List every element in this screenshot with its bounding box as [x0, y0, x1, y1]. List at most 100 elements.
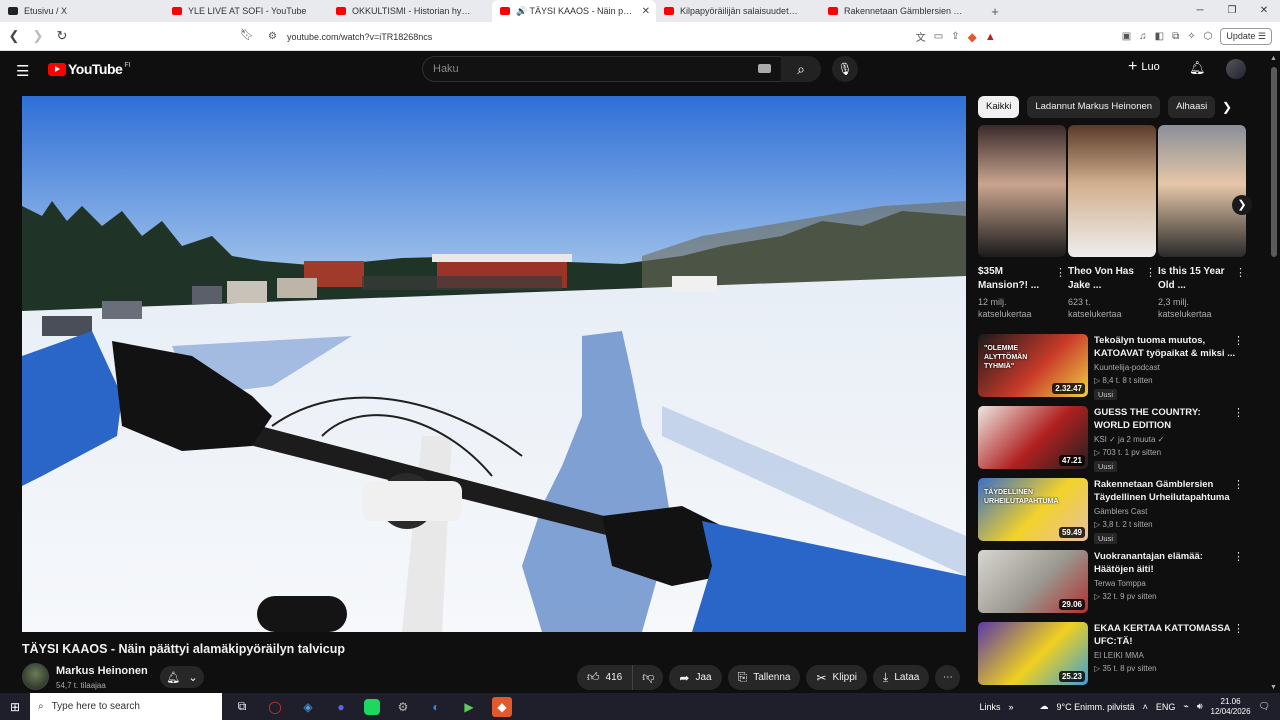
- recommendation-more-icon[interactable]: ⋮: [1233, 478, 1244, 491]
- browser-tab[interactable]: Etusivu / X: [0, 0, 164, 22]
- network-icon[interactable]: ⌁: [1183, 701, 1188, 712]
- volume-icon[interactable]: 🔊︎: [1197, 701, 1203, 712]
- recommendation-title[interactable]: Vuokranantajan elämää: Häätöjen äiti!: [1094, 550, 1236, 576]
- browser-tab[interactable]: YLE LIVE AT SOFI - YouTube: [164, 0, 328, 22]
- filter-chip[interactable]: Kaikki: [978, 96, 1020, 118]
- links-label[interactable]: Links: [979, 702, 1000, 712]
- short-more-icon[interactable]: ⋮: [1235, 266, 1246, 279]
- maximize-icon[interactable]: ❐: [1216, 0, 1248, 22]
- short-thumbnail[interactable]: [978, 125, 1066, 257]
- new-tab-button[interactable]: +: [984, 4, 1006, 19]
- short-title[interactable]: Is this 15 Year Old ...: [1158, 265, 1228, 293]
- clip-button[interactable]: ✂ Klippi: [806, 665, 868, 690]
- more-actions-button[interactable]: ⋯: [935, 665, 961, 690]
- clock[interactable]: 21.06 12/04/2026: [1211, 697, 1251, 717]
- forward-icon[interactable]: ❯: [28, 28, 48, 44]
- share-button[interactable]: ➦ Jaa: [669, 665, 722, 690]
- short-card[interactable]: Is this 15 Year Old ... 2,3 milj. katselu…: [1158, 125, 1246, 320]
- tab-close-icon[interactable]: ✕: [642, 6, 650, 17]
- video-thumbnail[interactable]: "OLEMME ALYTTÖMÄN TYHMIÄ" 2.32.47: [978, 334, 1088, 397]
- translate-icon[interactable]: 文: [916, 29, 926, 44]
- windows-start-icon[interactable]: ⊞: [0, 700, 30, 714]
- discord-icon[interactable]: ●: [331, 697, 351, 717]
- recommendation-item[interactable]: 25.23 EKAA KERTAA KATTOMASSA UFC:TÄ! El LE…: [978, 622, 1248, 688]
- brave-taskbar-icon[interactable]: ◆: [492, 696, 512, 717]
- scroll-down-icon[interactable]: ▼: [1270, 684, 1277, 691]
- channel-avatar[interactable]: [22, 663, 49, 690]
- wallet-icon[interactable]: ▣: [1122, 31, 1131, 42]
- sidebar-icon[interactable]: ◧: [1155, 31, 1164, 42]
- short-thumbnail[interactable]: [1158, 125, 1246, 257]
- scrollbar-thumb[interactable]: [1271, 67, 1277, 257]
- recommendation-title[interactable]: Rakennetaan Gämblersien Täydellinen Urhe…: [1094, 478, 1236, 504]
- back-icon[interactable]: ❮: [4, 28, 24, 44]
- recommendation-title[interactable]: Tekoälyn tuoma muutos, KATOAVAT työpaika…: [1094, 334, 1236, 360]
- browser-tab[interactable]: OKKULTISMI - Historian hyljätty totuus: [328, 0, 492, 22]
- short-more-icon[interactable]: ⋮: [1055, 266, 1066, 279]
- browser-tab[interactable]: Rakennetaan Gämblersien Täydellinen: [820, 0, 984, 22]
- save-button[interactable]: ⎘ Tallenna: [727, 665, 801, 690]
- page-scrollbar[interactable]: ▲ ▼: [1268, 51, 1280, 693]
- task-view-icon[interactable]: ⧉: [232, 697, 252, 717]
- recommendation-more-icon[interactable]: ⋮: [1233, 406, 1244, 419]
- opera-icon[interactable]: ◯: [265, 697, 285, 717]
- settings-icon[interactable]: ⚙: [393, 697, 413, 717]
- cast-icon[interactable]: ▭: [934, 31, 943, 42]
- like-button[interactable]: 👍︎ 416: [577, 665, 634, 690]
- filter-chip[interactable]: Ladannut Markus Heinonen: [1027, 96, 1161, 118]
- youtube-logo[interactable]: YouTube FI: [48, 61, 131, 77]
- recommendation-more-icon[interactable]: ⋮: [1233, 622, 1244, 635]
- recommendation-title[interactable]: GUESS THE COUNTRY: WORLD EDITION: [1094, 406, 1236, 432]
- recommendation-item[interactable]: TÄYDELLINEN URHEILUTAPAHTUMA 59.49 Rakenne…: [978, 478, 1248, 544]
- voice-search-button[interactable]: 🎙︎: [832, 56, 858, 82]
- short-more-icon[interactable]: ⋮: [1145, 266, 1156, 279]
- weather-icon[interactable]: ☁: [1040, 701, 1049, 712]
- recommendation-channel[interactable]: Gämblers Cast: [1094, 507, 1147, 516]
- browser-tab[interactable]: 🔊 TÄYSI KAAOS - Näin päättyi alamäki ✕: [492, 0, 656, 22]
- search-button[interactable]: ⌕: [781, 56, 821, 82]
- reload-icon[interactable]: ↻: [52, 28, 72, 44]
- url-field[interactable]: ⚙ youtube.com/watch?v=iTR18268ncs: [262, 26, 982, 47]
- account-avatar[interactable]: [1226, 59, 1246, 79]
- recommendation-more-icon[interactable]: ⋮: [1233, 334, 1244, 347]
- spotify-icon[interactable]: [364, 698, 380, 715]
- dislike-button[interactable]: 👎︎: [633, 665, 664, 690]
- filter-chip[interactable]: Alhaasi: [1168, 96, 1216, 118]
- download-button[interactable]: ⤓ Lataa: [873, 665, 930, 690]
- extensions-icon[interactable]: ⧉: [1172, 31, 1179, 42]
- language-indicator[interactable]: ENG: [1156, 702, 1176, 712]
- media-icon[interactable]: ♫: [1139, 31, 1147, 42]
- short-thumbnail[interactable]: [1068, 125, 1156, 257]
- recommendation-title[interactable]: EKAA KERTAA KATTOMASSA UFC:TÄ!: [1094, 622, 1236, 648]
- brave-shield-icon[interactable]: ◆: [968, 30, 977, 44]
- tray-up-icon[interactable]: ˄: [1143, 702, 1148, 712]
- notifications-icon[interactable]: 🔔︎: [1189, 60, 1206, 76]
- taskbar-search-input[interactable]: ⌕ Type here to search: [30, 693, 222, 720]
- short-title[interactable]: $35M Mansion?! ...: [978, 265, 1048, 293]
- subscription-bell-button[interactable]: 🔔︎ ⌄: [160, 666, 204, 688]
- update-button[interactable]: Update ☰: [1220, 28, 1272, 45]
- puzzle-icon[interactable]: ✧: [1187, 31, 1195, 42]
- video-thumbnail[interactable]: TÄYDELLINEN URHEILUTAPAHTUMA 59.49: [978, 478, 1088, 541]
- search-input[interactable]: Haku: [422, 56, 782, 82]
- chips-next-icon[interactable]: ❯: [1222, 100, 1232, 114]
- app-icon[interactable]: ◈: [298, 697, 318, 717]
- video-thumbnail[interactable]: 29.06: [978, 550, 1088, 613]
- video-thumbnail[interactable]: 25.23: [978, 622, 1088, 685]
- close-window-icon[interactable]: ✕: [1248, 0, 1280, 22]
- edge-icon[interactable]: ◐: [426, 697, 446, 717]
- recommendation-item[interactable]: 29.06 Vuokranantajan elämää: Häätöjen äit…: [978, 550, 1248, 616]
- keyboard-icon[interactable]: [758, 64, 771, 73]
- site-info-icon[interactable]: ⚙: [268, 31, 277, 42]
- minimize-icon[interactable]: ─: [1184, 0, 1216, 22]
- weather-text[interactable]: 9°C Enimm. pilvistä: [1057, 702, 1135, 712]
- browser-tab[interactable]: Kilpapyöräilijän salaisuudet: Näin pi: [656, 0, 820, 22]
- recommendation-channel[interactable]: Kuuntelija-podcast: [1094, 363, 1160, 372]
- menu-icon[interactable]: ☰: [16, 62, 29, 80]
- recommendation-channel[interactable]: El LEIKI MMA: [1094, 651, 1144, 660]
- scroll-up-icon[interactable]: ▲: [1270, 55, 1277, 62]
- recommendation-item[interactable]: "OLEMME ALYTTÖMÄN TYHMIÄ" 2.32.47 Tekoälyn…: [978, 334, 1248, 400]
- game-icon[interactable]: ▶: [459, 697, 479, 717]
- recommendation-channel[interactable]: KSI ✓ ja 2 muuta ✓: [1094, 435, 1164, 444]
- bookmark-icon[interactable]: 🔖︎: [240, 28, 254, 41]
